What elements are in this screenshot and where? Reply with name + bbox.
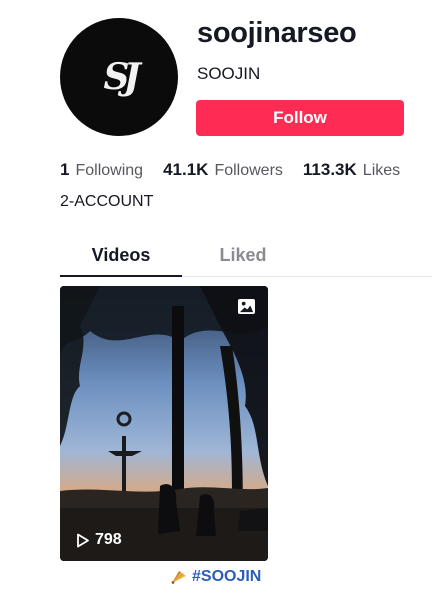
photo-icon — [238, 298, 255, 315]
profile-stats: 1 Following 41.1K Followers 113.3K Likes — [60, 160, 420, 180]
fan-icon — [171, 571, 186, 584]
video-caption[interactable]: #SOOJIN — [170, 568, 261, 586]
profile-avatar[interactable]: SJ — [60, 18, 178, 136]
view-count: 798 — [76, 531, 122, 549]
tab-liked[interactable]: Liked — [182, 240, 304, 276]
video-thumbnail — [60, 286, 268, 561]
profile-username: soojinarseo — [197, 17, 357, 49]
following-count: 1 — [60, 160, 70, 179]
stat-followers[interactable]: 41.1K Followers — [163, 160, 283, 180]
caption-hashtag[interactable]: #SOOJIN — [192, 568, 261, 586]
followers-count: 41.1K — [163, 160, 209, 179]
tab-videos[interactable]: Videos — [60, 240, 182, 277]
likes-count: 113.3K — [302, 160, 357, 179]
avatar-monogram: SJ — [103, 56, 140, 98]
video-card[interactable]: 798 — [60, 286, 268, 561]
profile-bio: 2-ACCOUNT — [60, 193, 154, 210]
profile-nickname: SOOJIN — [197, 64, 261, 83]
play-icon — [77, 533, 89, 547]
likes-label: Likes — [362, 162, 401, 179]
followers-label: Followers — [214, 162, 283, 179]
profile-tabs: Videos Liked — [60, 240, 432, 277]
follow-button[interactable]: Follow — [196, 100, 404, 136]
stat-following[interactable]: 1 Following — [60, 160, 143, 180]
stat-likes: 113.3K Likes — [303, 160, 400, 180]
following-label: Following — [75, 162, 144, 179]
view-count-value: 798 — [95, 531, 122, 548]
